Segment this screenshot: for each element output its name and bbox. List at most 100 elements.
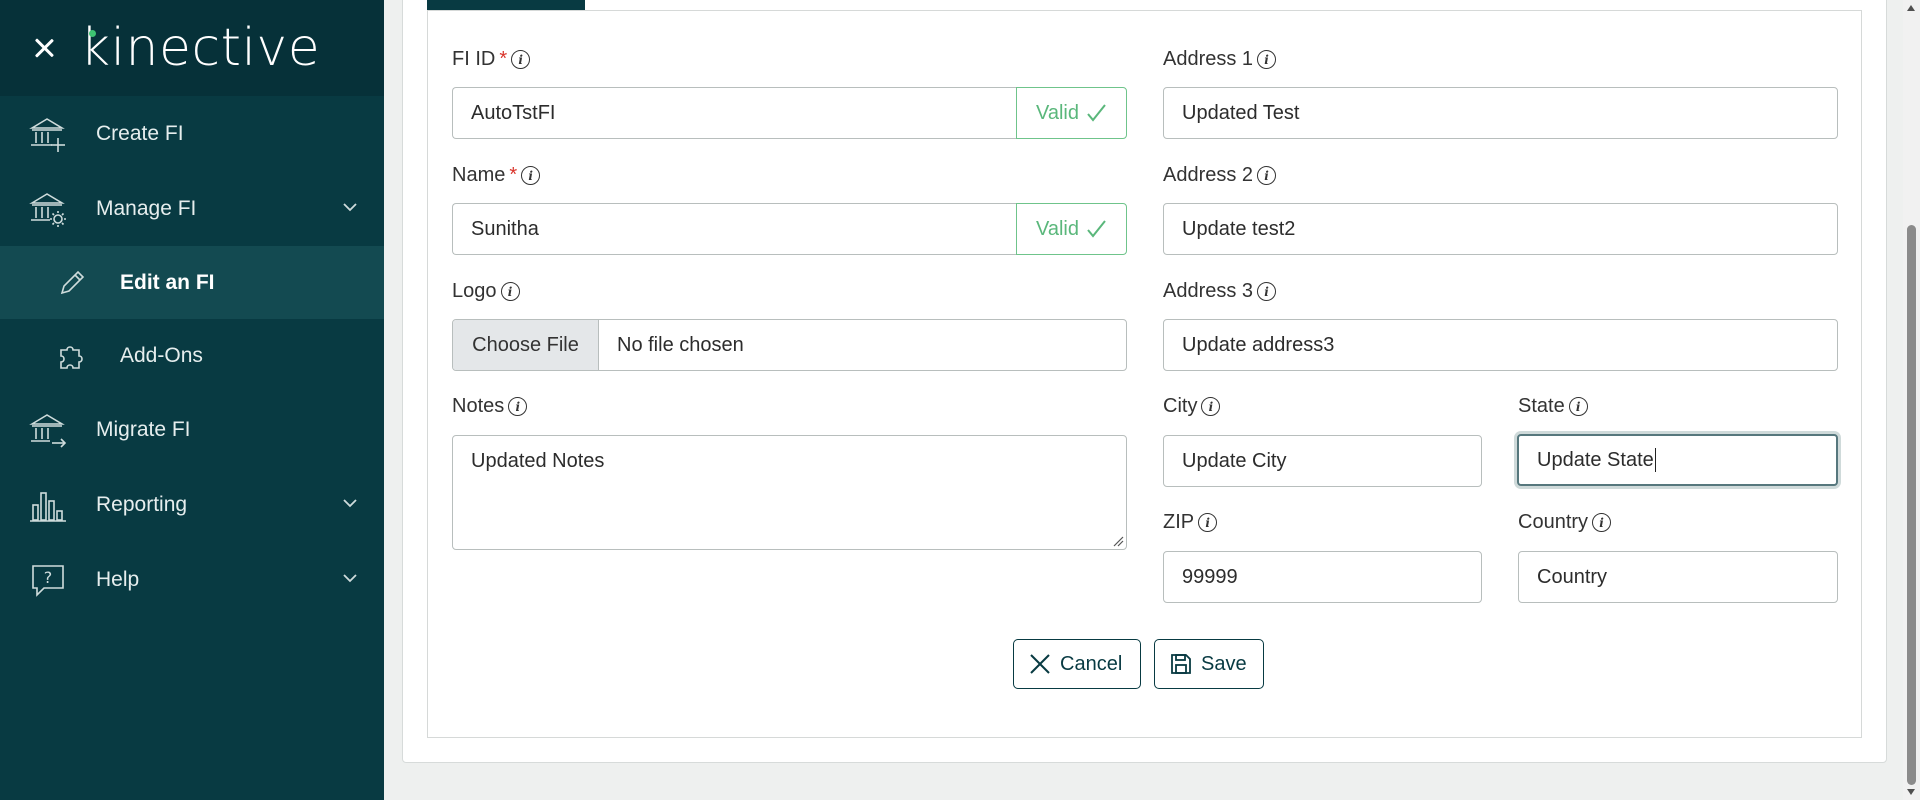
address1-label-text: Address 1 xyxy=(1163,48,1254,70)
address3-label-text: Address 3 xyxy=(1163,280,1254,302)
valid-text: Valid xyxy=(1036,101,1079,124)
logo-dot xyxy=(89,30,96,37)
address3-value: Update address3 xyxy=(1182,333,1335,356)
vertical-scrollbar[interactable] xyxy=(1903,0,1920,800)
notes-label-text: Notes xyxy=(452,395,505,417)
save-label: Save xyxy=(1201,652,1247,675)
sidebar-item-create-fi[interactable]: Create FI xyxy=(0,96,384,171)
notes-label: Notes i xyxy=(452,395,528,418)
zip-label: ZIP i xyxy=(1163,511,1218,534)
name-input[interactable]: Sunitha xyxy=(452,203,1016,255)
zip-value: 99999 xyxy=(1182,565,1238,588)
country-input[interactable]: Country xyxy=(1518,551,1838,603)
chevron-down-icon xyxy=(343,203,357,212)
country-label: Country i xyxy=(1518,511,1612,534)
city-label: City i xyxy=(1163,395,1221,418)
bank-gear-icon xyxy=(29,192,66,227)
fi-id-label-text: FI ID xyxy=(452,48,496,70)
info-icon[interactable]: i xyxy=(1592,513,1612,532)
sidebar-item-label: Help xyxy=(96,567,140,591)
sidebar-item-label: Edit an FI xyxy=(120,270,215,294)
close-icon[interactable] xyxy=(30,34,58,62)
sidebar-item-help[interactable]: ? Help xyxy=(0,542,384,617)
name-valid-badge: Valid xyxy=(1016,203,1127,255)
info-icon[interactable]: i xyxy=(1198,513,1218,532)
logo-label: Logo i xyxy=(452,280,520,303)
address1-input[interactable]: Updated Test xyxy=(1163,87,1838,139)
active-tab-indicator xyxy=(427,0,585,10)
sidebar-item-migrate-fi[interactable]: Migrate FI xyxy=(0,392,384,467)
zip-label-text: ZIP xyxy=(1163,511,1195,533)
sidebar-item-reporting[interactable]: Reporting xyxy=(0,467,384,542)
logo-label-text: Logo xyxy=(452,280,497,302)
bank-arrow-icon xyxy=(29,413,67,448)
sidebar-item-add-ons[interactable]: Add-Ons xyxy=(0,319,384,392)
required-mark: * xyxy=(509,164,518,186)
state-label: State i xyxy=(1518,395,1588,418)
save-button[interactable]: Save xyxy=(1154,639,1264,689)
cancel-button[interactable]: Cancel xyxy=(1013,639,1141,689)
state-label-text: State xyxy=(1518,395,1565,417)
choose-file-button[interactable]: Choose File xyxy=(453,320,599,370)
fi-id-value: AutoTstFI xyxy=(471,101,556,124)
address3-input[interactable]: Update address3 xyxy=(1163,319,1838,371)
sidebar-item-label: Manage FI xyxy=(96,196,197,220)
resize-handle-icon[interactable] xyxy=(1112,535,1124,547)
fi-id-input[interactable]: AutoTstFI xyxy=(452,87,1016,139)
zip-input[interactable]: 99999 xyxy=(1163,551,1482,603)
help-bubble-icon: ? xyxy=(32,564,64,597)
name-label: Name * i xyxy=(452,164,541,187)
puzzle-icon xyxy=(60,345,83,369)
info-icon[interactable]: i xyxy=(1568,397,1588,416)
address2-value: Update test2 xyxy=(1182,217,1296,240)
text-caret xyxy=(1654,448,1657,472)
svg-text:?: ? xyxy=(44,568,53,587)
sidebar-item-label: Add-Ons xyxy=(120,343,203,367)
fi-id-valid-badge: Valid xyxy=(1016,87,1127,139)
address3-label: Address 3 i xyxy=(1163,280,1277,303)
bar-chart-icon xyxy=(30,491,66,522)
info-icon[interactable]: i xyxy=(508,397,528,416)
scroll-down-arrow-icon[interactable] xyxy=(1907,789,1915,795)
address1-label: Address 1 i xyxy=(1163,48,1277,71)
info-icon[interactable]: i xyxy=(521,166,541,185)
bank-plus-icon xyxy=(29,117,65,152)
sidebar-item-label: Create FI xyxy=(96,121,184,145)
fi-id-label: FI ID * i xyxy=(452,48,531,71)
scrollbar-thumb[interactable] xyxy=(1907,225,1916,785)
save-icon xyxy=(1171,654,1191,674)
logo-file-input[interactable]: Choose File No file chosen xyxy=(452,319,1127,371)
chevron-down-icon xyxy=(343,499,357,508)
info-icon[interactable]: i xyxy=(511,50,531,69)
info-icon[interactable]: i xyxy=(1257,282,1277,301)
required-mark: * xyxy=(499,48,508,70)
country-label-text: Country xyxy=(1518,511,1589,533)
sidebar-item-label: Reporting xyxy=(96,492,188,516)
state-value: Update State xyxy=(1537,448,1654,471)
city-label-text: City xyxy=(1163,395,1198,417)
close-icon xyxy=(1030,654,1050,674)
country-placeholder: Country xyxy=(1537,565,1608,588)
brand-header: kinective xyxy=(0,0,384,96)
sidebar-item-edit-fi[interactable]: Edit an FI xyxy=(0,246,384,319)
info-icon[interactable]: i xyxy=(1257,50,1277,69)
notes-value: Updated Notes xyxy=(471,450,605,472)
name-label-text: Name xyxy=(452,164,506,186)
scroll-up-arrow-icon[interactable] xyxy=(1907,5,1915,11)
address1-value: Updated Test xyxy=(1182,101,1300,124)
address2-label: Address 2 i xyxy=(1163,164,1277,187)
info-icon[interactable]: i xyxy=(1201,397,1221,416)
cancel-label: Cancel xyxy=(1060,652,1123,675)
address2-input[interactable]: Update test2 xyxy=(1163,203,1838,255)
info-icon[interactable]: i xyxy=(1257,166,1277,185)
city-input[interactable]: Update City xyxy=(1163,435,1482,487)
notes-textarea[interactable]: Updated Notes xyxy=(452,435,1127,550)
info-icon[interactable]: i xyxy=(500,282,520,301)
file-status-text: No file chosen xyxy=(617,333,744,356)
checkmark-icon xyxy=(1087,104,1106,122)
city-value: Update City xyxy=(1182,449,1287,472)
valid-text: Valid xyxy=(1036,217,1079,240)
kinective-logo: kinective xyxy=(80,22,320,74)
sidebar-item-manage-fi[interactable]: Manage FI xyxy=(0,171,384,246)
state-input[interactable]: Update State xyxy=(1517,434,1838,486)
